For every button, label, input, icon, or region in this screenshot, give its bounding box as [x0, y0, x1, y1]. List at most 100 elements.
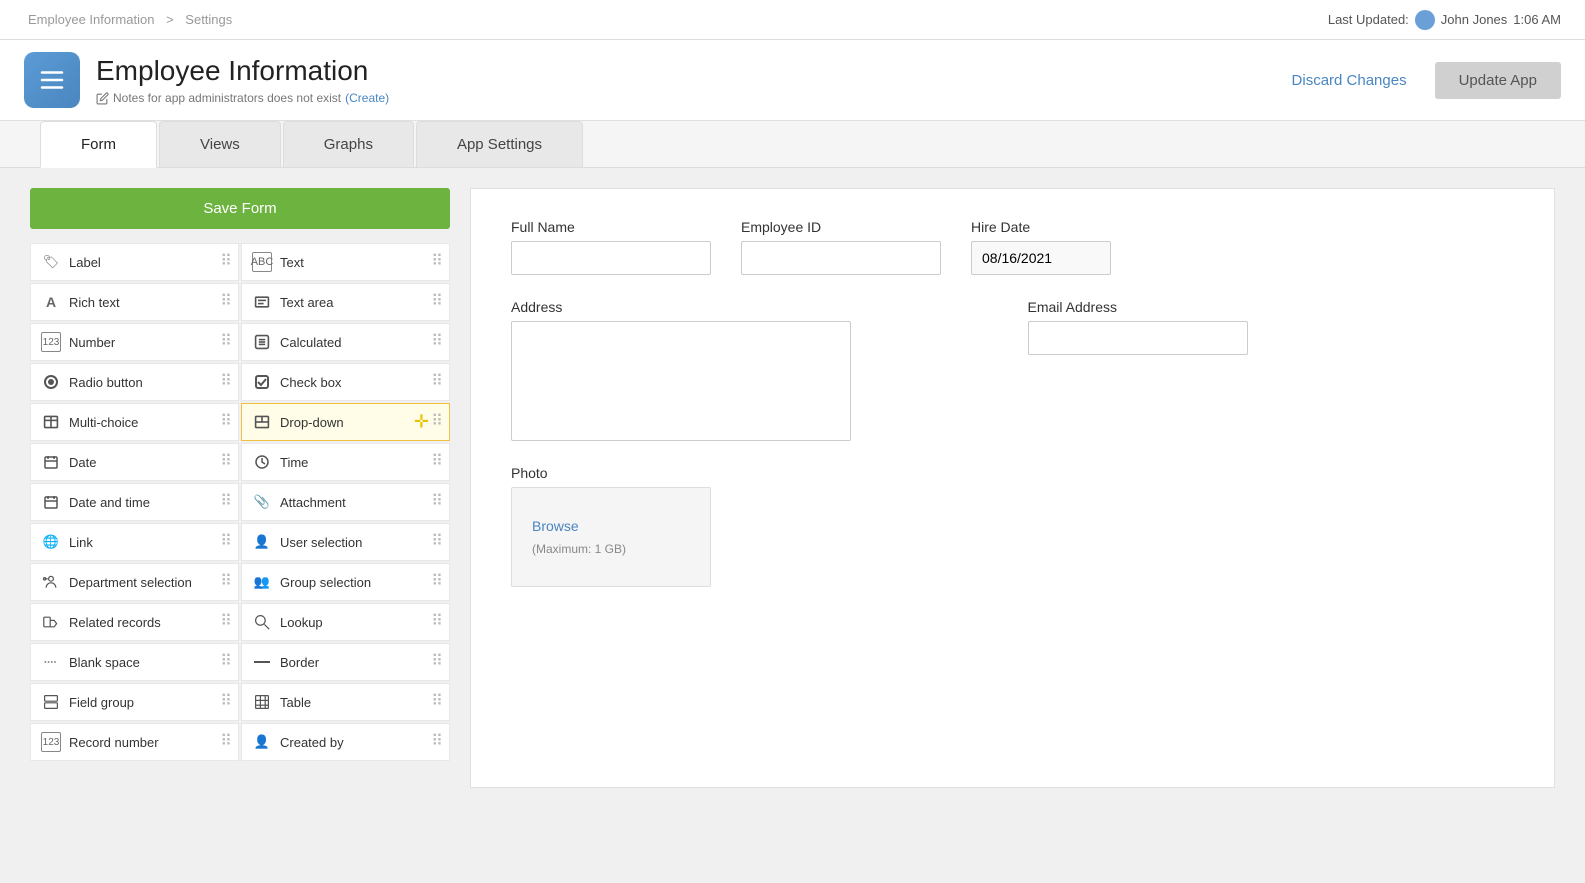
field-text-text: Text: [280, 255, 304, 270]
field-list: 🏷 Label ⠿ ABC Text ⠿ A Rich text ⠿: [30, 243, 450, 761]
address-label: Address: [511, 299, 998, 315]
drag-handle: ⠿: [220, 574, 232, 590]
tab-graphs[interactable]: Graphs: [283, 121, 414, 167]
field-label-text: Label: [69, 255, 101, 270]
email-label: Email Address: [1028, 299, 1515, 315]
field-item-rich-text[interactable]: A Rich text ⠿: [30, 283, 239, 321]
field-item-related-records[interactable]: Related records ⠿: [30, 603, 239, 641]
tab-form[interactable]: Form: [40, 121, 157, 168]
last-updated-time: 1:06 AM: [1513, 12, 1561, 27]
app-subtitle: Notes for app administrators does not ex…: [96, 91, 389, 105]
discard-changes-button[interactable]: Discard Changes: [1276, 64, 1423, 97]
update-app-button[interactable]: Update App: [1435, 62, 1561, 99]
app-title-block: Employee Information Notes for app admin…: [96, 55, 389, 105]
field-table-label: Table: [280, 695, 311, 710]
form-field-full-name: Full Name: [511, 219, 711, 275]
created-by-icon: 👤: [252, 732, 272, 752]
move-cursor-icon: ✛: [414, 412, 429, 433]
app-title: Employee Information: [96, 55, 389, 87]
field-item-group-selection[interactable]: 👥 Group selection ⠿: [241, 563, 450, 601]
breadcrumb: Employee Information > Settings: [24, 12, 236, 27]
field-item-attachment[interactable]: 📎 Attachment ⠿: [241, 483, 450, 521]
field-item-multi-choice[interactable]: Multi-choice ⠿: [30, 403, 239, 441]
drag-handle: ⠿: [220, 334, 232, 350]
field-item-number[interactable]: 123 Number ⠿: [30, 323, 239, 361]
tag-icon: 🏷: [41, 252, 61, 272]
app-header: Employee Information Notes for app admin…: [0, 40, 1585, 121]
field-multi-choice-label: Multi-choice: [69, 415, 138, 430]
field-item-field-group[interactable]: Field group ⠿: [30, 683, 239, 721]
save-form-button[interactable]: Save Form: [30, 188, 450, 229]
field-item-table[interactable]: Table ⠿: [241, 683, 450, 721]
dropdown-icon: [252, 412, 272, 432]
hire-date-label: Hire Date: [971, 219, 1131, 235]
field-dept-label: Department selection: [69, 575, 192, 590]
browse-button[interactable]: Browse: [532, 518, 690, 534]
field-record-number-label: Record number: [69, 735, 159, 750]
field-item-label[interactable]: 🏷 Label ⠿: [30, 243, 239, 281]
create-link[interactable]: (Create): [345, 91, 389, 105]
group-icon: 👥: [252, 572, 272, 592]
field-item-user-selection[interactable]: 👤 User selection ⠿: [241, 523, 450, 561]
field-item-link[interactable]: 🌐 Link ⠿: [30, 523, 239, 561]
field-item-time[interactable]: Time ⠿: [241, 443, 450, 481]
field-number-label: Number: [69, 335, 115, 350]
field-checkbox-label: Check box: [280, 375, 341, 390]
field-item-text[interactable]: ABC Text ⠿: [241, 243, 450, 281]
field-item-border[interactable]: Border ⠿: [241, 643, 450, 681]
user-name: John Jones: [1441, 12, 1508, 27]
field-item-checkbox[interactable]: Check box ⠿: [241, 363, 450, 401]
drag-handle: ⠿: [431, 374, 443, 390]
field-item-created-by[interactable]: 👤 Created by ⠿: [241, 723, 450, 761]
link-icon: 🌐: [41, 532, 61, 552]
employee-id-input[interactable]: [741, 241, 941, 275]
field-link-label: Link: [69, 535, 93, 550]
hire-date-input[interactable]: [971, 241, 1111, 275]
field-item-radio[interactable]: Radio button ⠿: [30, 363, 239, 401]
drag-handle: ⠿: [431, 334, 443, 350]
full-name-input[interactable]: [511, 241, 711, 275]
breadcrumb-sep: >: [166, 12, 174, 27]
drag-handle: ⠿: [220, 494, 232, 510]
field-item-lookup[interactable]: Lookup ⠿: [241, 603, 450, 641]
drag-handle: ⠿: [431, 534, 443, 550]
breadcrumb-app[interactable]: Employee Information: [28, 12, 154, 27]
field-related-records-label: Related records: [69, 615, 161, 630]
field-item-calculated[interactable]: Calculated ⠿: [241, 323, 450, 361]
photo-label: Photo: [511, 465, 711, 481]
field-item-dropdown[interactable]: Drop-down ✛ ⠿: [241, 403, 450, 441]
blank-space-icon: [41, 652, 61, 672]
record-number-icon: 123: [41, 732, 61, 752]
field-rich-text-label: Rich text: [69, 295, 120, 310]
textarea-icon: [252, 292, 272, 312]
breadcrumb-page[interactable]: Settings: [185, 12, 232, 27]
tab-views[interactable]: Views: [159, 121, 281, 167]
drag-handle: ⠿: [431, 574, 443, 590]
field-group-label: Group selection: [280, 575, 371, 590]
subtitle-text: Notes for app administrators does not ex…: [113, 91, 341, 105]
drag-handle: ⠿: [220, 734, 232, 750]
email-input[interactable]: [1028, 321, 1248, 355]
drag-handle: ⠿: [431, 414, 443, 430]
datetime-icon: [41, 492, 61, 512]
field-item-date[interactable]: Date ⠿: [30, 443, 239, 481]
field-item-text-area[interactable]: Text area ⠿: [241, 283, 450, 321]
address-input[interactable]: [511, 321, 851, 441]
drag-handle: ⠿: [220, 694, 232, 710]
field-datetime-label: Date and time: [69, 495, 150, 510]
field-item-dept-selection[interactable]: Department selection ⠿: [30, 563, 239, 601]
field-item-blank-space[interactable]: Blank space ⠿: [30, 643, 239, 681]
form-field-photo: Photo Browse (Maximum: 1 GB): [511, 465, 711, 587]
form-field-email: Email Address: [1028, 299, 1515, 441]
drag-handle: ⠿: [431, 654, 443, 670]
field-item-record-number[interactable]: 123 Record number ⠿: [30, 723, 239, 761]
field-field-group-label: Field group: [69, 695, 134, 710]
drag-handle: ⠿: [220, 534, 232, 550]
drag-handle: ⠿: [431, 494, 443, 510]
field-item-datetime[interactable]: Date and time ⠿: [30, 483, 239, 521]
tab-app-settings[interactable]: App Settings: [416, 121, 583, 167]
drag-handle: ⠿: [220, 454, 232, 470]
lookup-icon: [252, 612, 272, 632]
form-row-1: Full Name Employee ID Hire Date: [511, 219, 1514, 275]
drag-handle: ⠿: [220, 374, 232, 390]
